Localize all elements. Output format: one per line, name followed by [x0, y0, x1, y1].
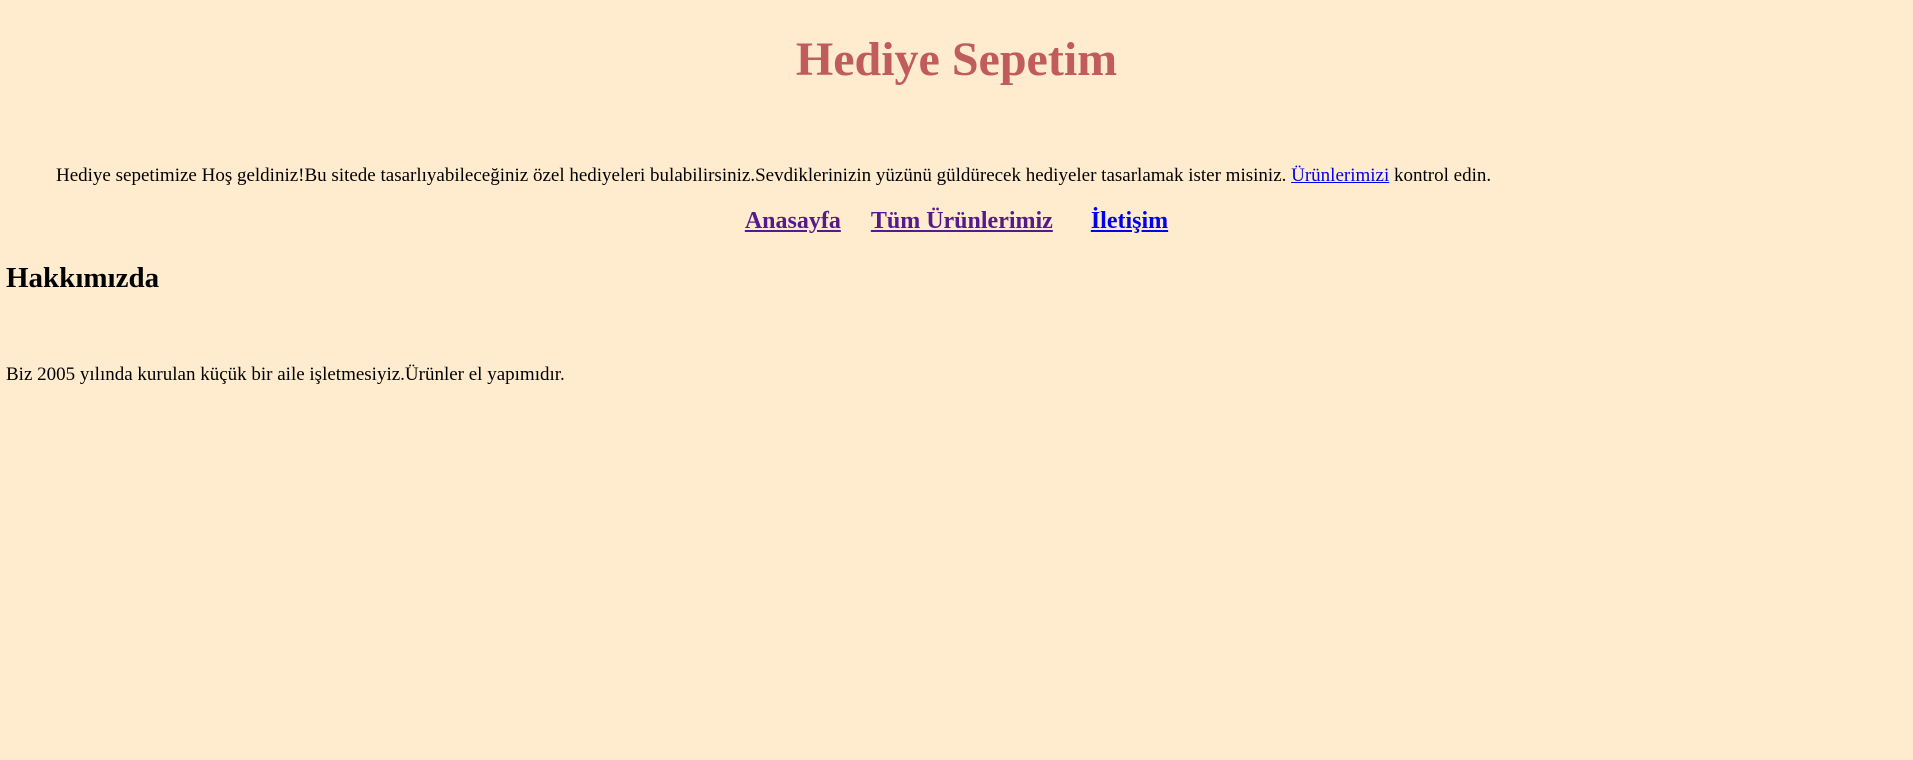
- welcome-text-before: Hediye sepetimize Hoş geldiniz!Bu sitede…: [56, 165, 1292, 186]
- nav-link-contact[interactable]: İletişim: [1091, 208, 1168, 234]
- page-title: Hediye Sepetim: [795, 33, 1118, 86]
- about-text: Biz 2005 yılında kurulan küçük bir aile …: [6, 364, 565, 385]
- welcome-paragraph: Hediye sepetimize Hoş geldiniz!Bu sitede…: [56, 163, 1491, 189]
- nav-link-all-products[interactable]: Tüm Ürünlerimiz: [871, 208, 1053, 234]
- about-heading: Hakkımızda: [6, 262, 160, 294]
- nav-link-home[interactable]: Anasayfa: [745, 208, 841, 234]
- welcome-text-after: kontrol edin.: [1389, 165, 1492, 186]
- products-link[interactable]: Ürünlerimizi: [1291, 165, 1389, 186]
- main-nav: Anasayfa Tüm Ürünlerimiz İletişim: [0, 205, 1913, 237]
